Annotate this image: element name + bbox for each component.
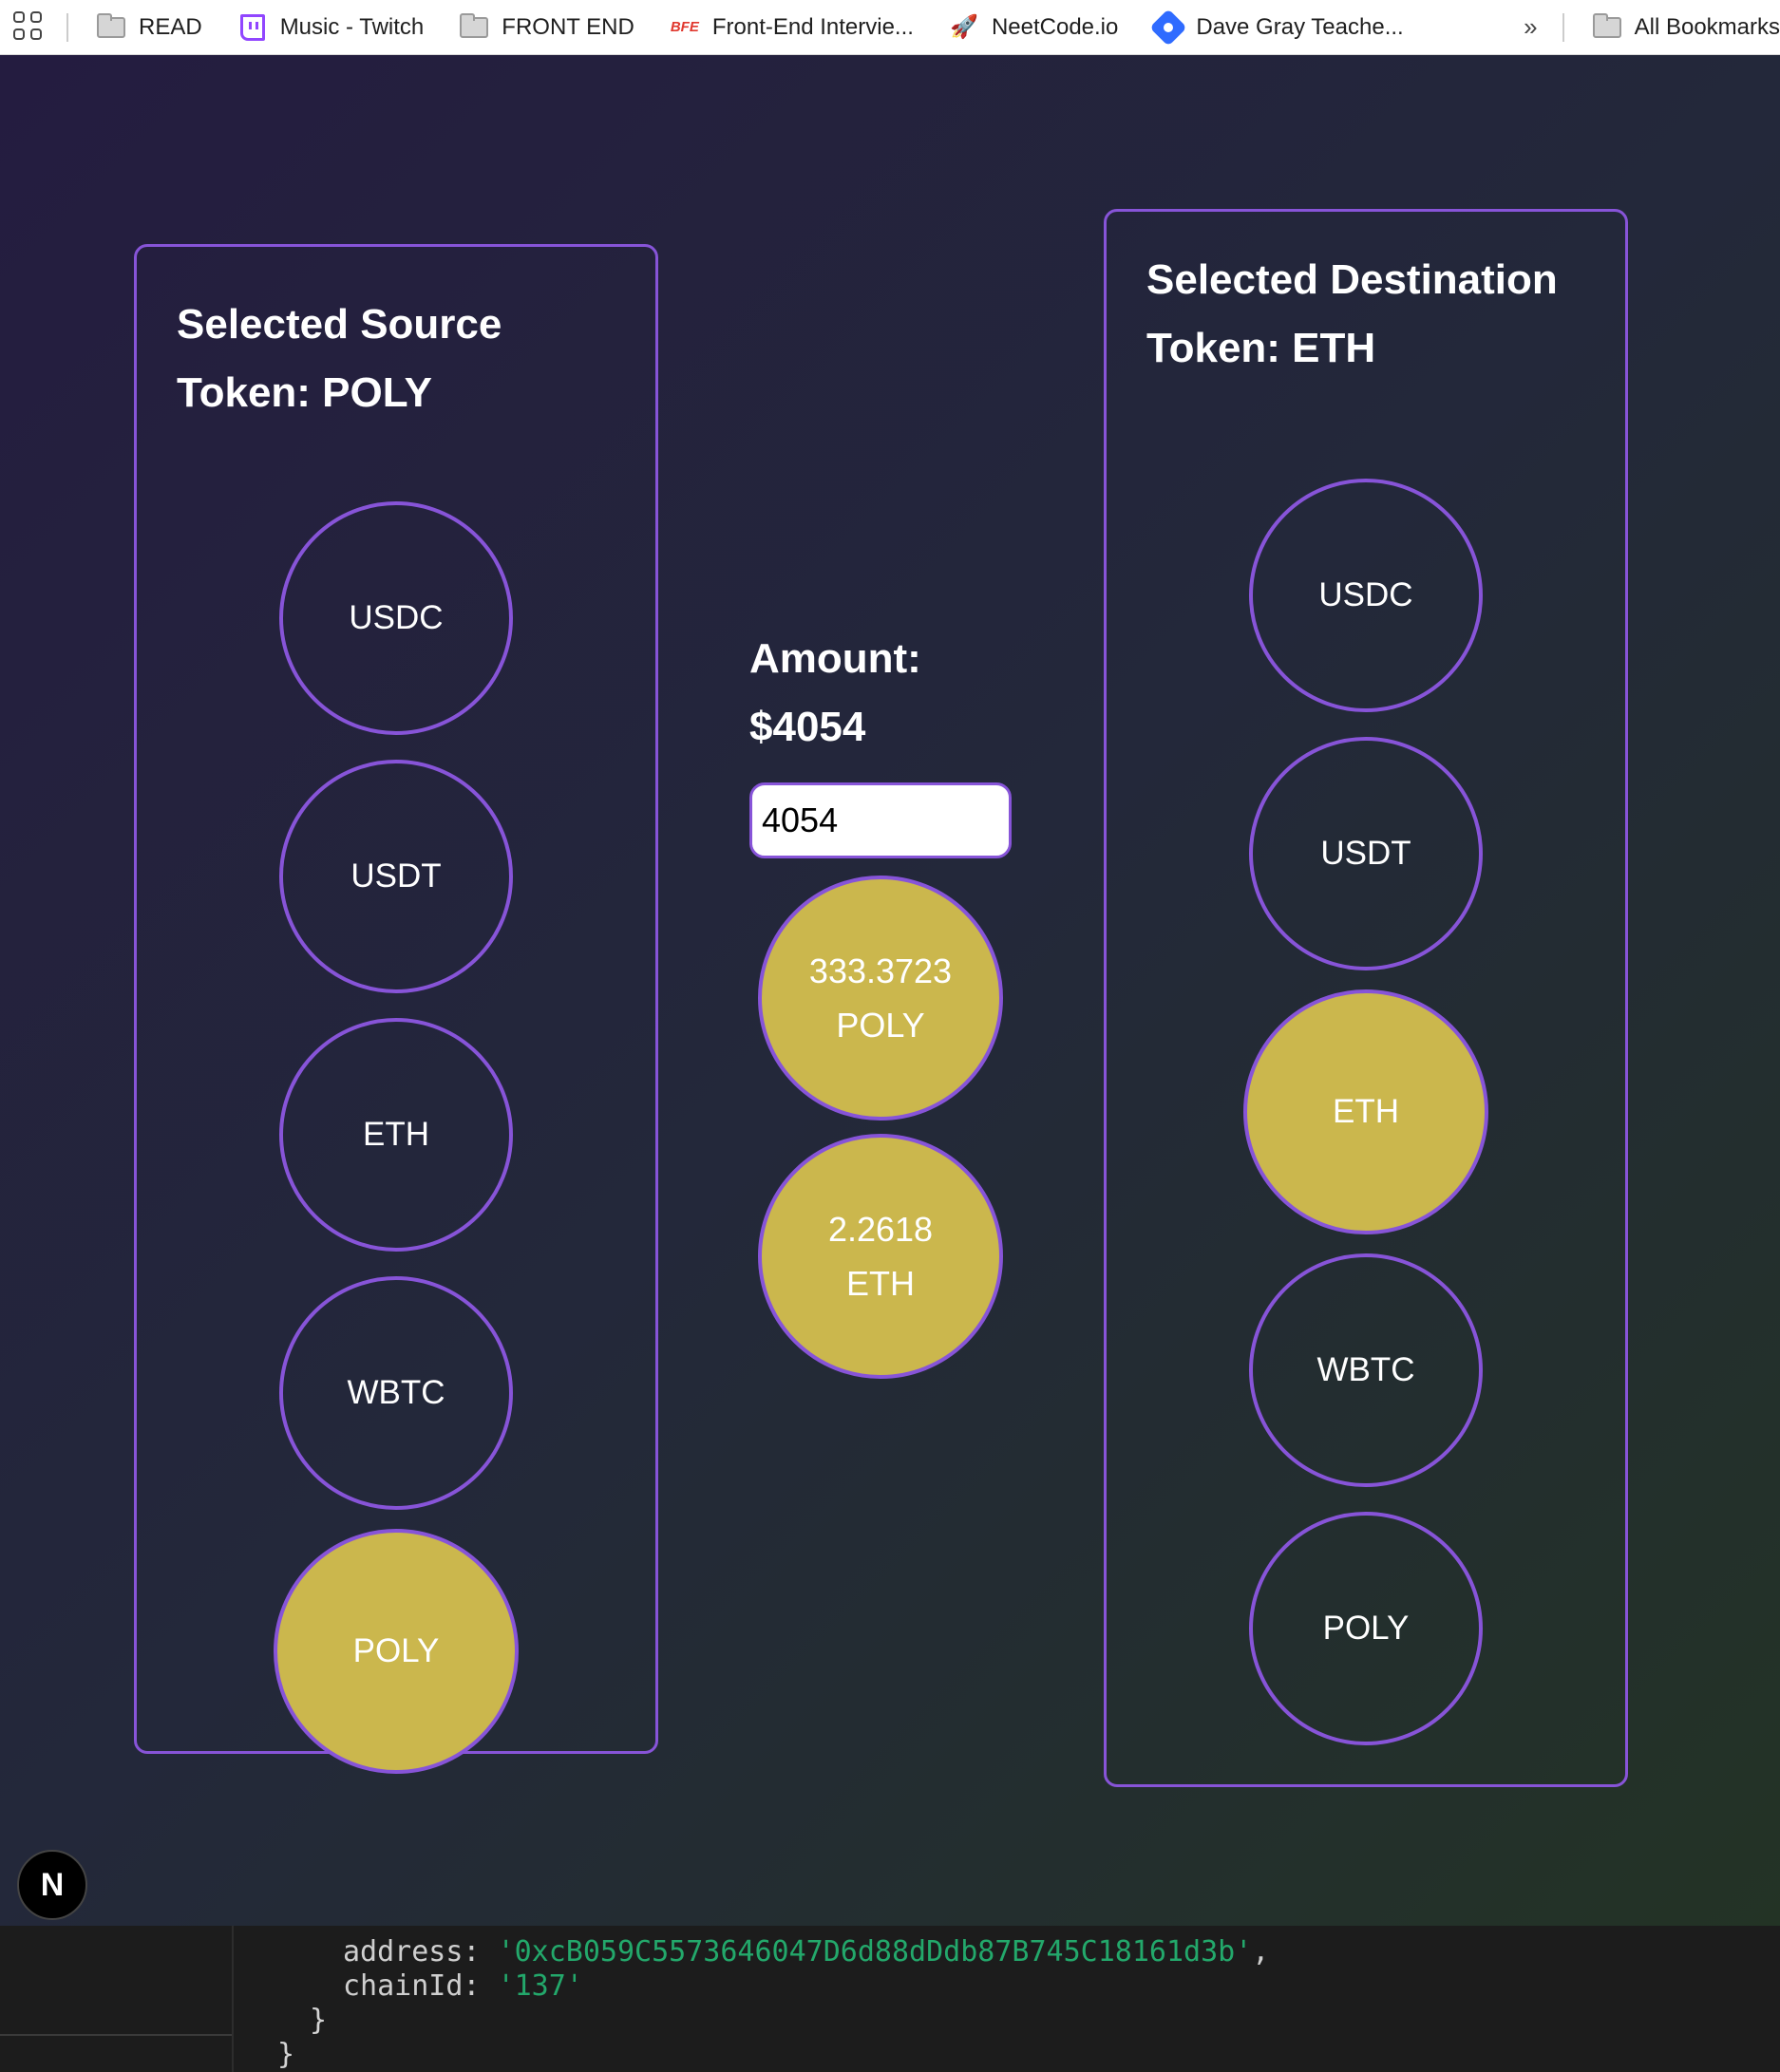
bookmark-music-twitch[interactable]: Music - Twitch [238,13,425,41]
source-token-wbtc[interactable]: WBTC [279,1276,513,1510]
folder-icon [97,12,125,40]
bookmark-front-end-interview[interactable]: BFE Front-End Intervie... [671,14,914,41]
source-token-poly[interactable]: POLY [274,1529,519,1774]
terminal-sidebar [0,1926,234,2072]
destination-token-usdc[interactable]: USDC [1249,479,1483,712]
bookmark-label: READ [139,13,202,40]
bookmarks-separator [1562,12,1564,42]
source-token-panel: Selected Source Token: POLY USDC USDT ET… [134,244,658,1774]
apps-grid-icon[interactable] [13,10,46,44]
terminal-line-close-inner: } [310,2004,328,2037]
source-token-usdt[interactable]: USDT [279,760,513,993]
terminal-punct: , [1252,1935,1270,1968]
source-result-value: 333.3723 [808,951,953,990]
folder-icon [1592,12,1621,40]
more-bookmarks-chevron-icon[interactable]: » [1524,12,1537,42]
source-result-symbol: POLY [836,1006,925,1045]
destination-token-wbtc[interactable]: WBTC [1249,1253,1483,1487]
bookmark-label: FRONT END [502,13,634,40]
bookmark-label: NeetCode.io [991,13,1119,40]
terminal-string: '0xcB059C5573646047D6d88dDdb87B745C18161… [497,1935,1253,1968]
destination-token-panel: Selected Destination Token: ETH USDC USD… [1104,209,1628,1787]
source-amount-result: 333.3723 POLY [758,876,1003,1121]
destination-token-eth[interactable]: ETH [1243,989,1488,1234]
bookmark-dave-gray[interactable]: Dave Gray Teache... [1149,8,1404,47]
folder-icon [460,12,489,40]
terminal-line-address: address: '0xcB059C5573646047D6d88dDdb87B… [343,1935,1269,1968]
destination-token-poly[interactable]: POLY [1249,1512,1483,1745]
bookmark-label: Dave Gray Teache... [1196,13,1404,40]
terminal-key: chainId: [343,1969,498,2003]
source-token-usdc[interactable]: USDC [279,501,513,735]
terminal-panel: address: '0xcB059C5573646047D6d88dDdb87B… [0,1926,1780,2072]
bookmark-label: Front-End Intervie... [711,13,914,40]
bookmark-read[interactable]: READ [97,12,202,41]
amount-title: Amount: $4054 [749,635,921,750]
terminal-line-close-outer: } [277,2038,295,2071]
bfe-icon: BFE [670,19,699,35]
source-panel-title: Selected Source Token: POLY [177,301,502,416]
bookmark-neetcode[interactable]: 🚀 NeetCode.io [950,14,1118,41]
nextjs-dev-badge[interactable]: N [17,1850,87,1920]
source-token-eth[interactable]: ETH [279,1018,513,1252]
diamond-icon [1149,8,1188,47]
amount-input[interactable] [749,782,1012,858]
bookmark-all-bookmarks[interactable]: All Bookmarks [1592,12,1780,41]
rocket-icon: 🚀 [949,14,978,40]
destination-panel-title: Selected Destination Token: ETH [1146,256,1558,371]
terminal-key: address: [343,1935,498,1968]
swap-page: Selected Source Token: POLY USDC USDT ET… [0,55,1780,1926]
twitch-icon [238,13,267,41]
bookmark-front-end[interactable]: FRONT END [460,12,634,41]
bookmarks-bar: READ Music - Twitch FRONT END BFE Front-… [0,0,1780,55]
terminal-divider [0,2034,232,2036]
bookmark-label: Music - Twitch [279,13,425,40]
bookmark-label: All Bookmarks [1634,13,1780,40]
destination-amount-result: 2.2618 ETH [758,1134,1003,1379]
dest-result-value: 2.2618 [827,1210,934,1249]
terminal-line-chainid: chainId: '137' [343,1969,583,2003]
dest-result-symbol: ETH [846,1264,915,1303]
bookmarks-separator [66,12,68,42]
terminal-string: '137' [497,1969,583,2003]
destination-token-usdt[interactable]: USDT [1249,737,1483,970]
